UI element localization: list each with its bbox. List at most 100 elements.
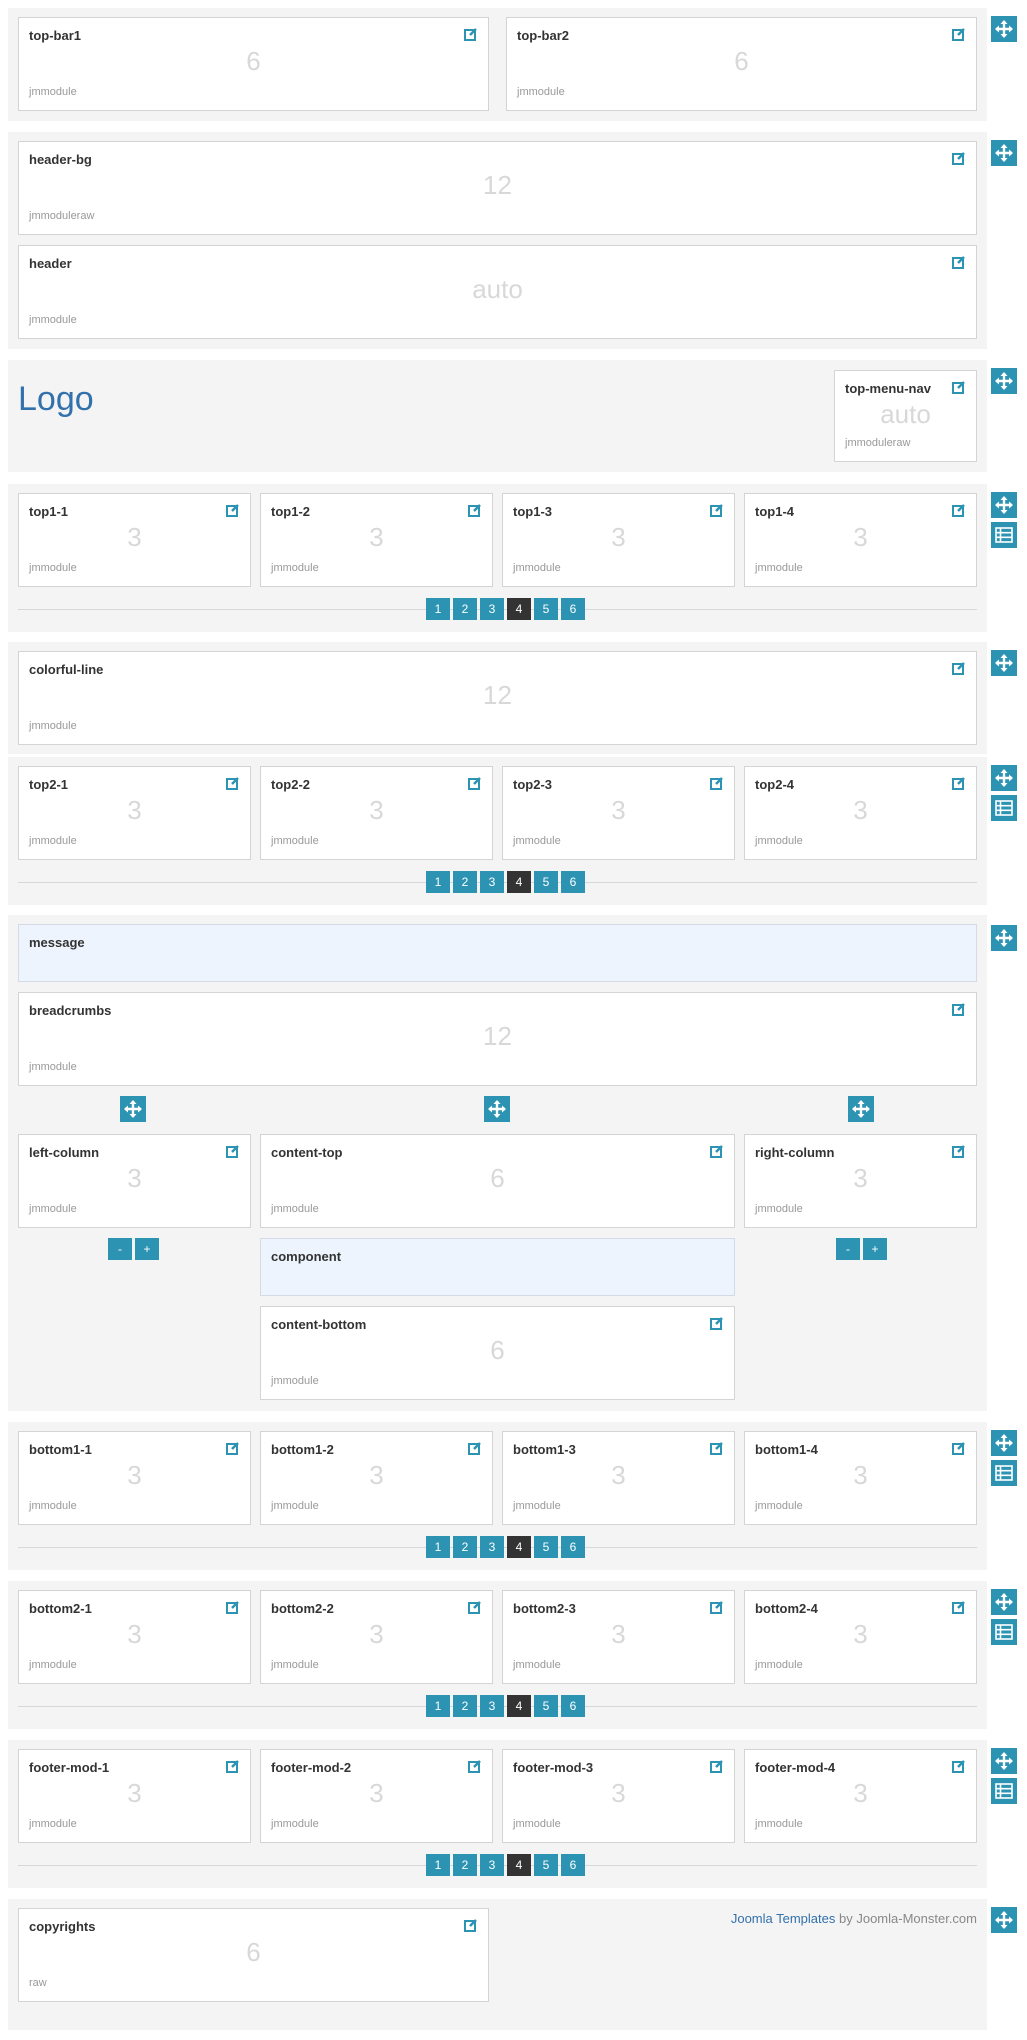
edit-icon[interactable] xyxy=(952,1441,966,1455)
list-icon[interactable] xyxy=(991,1778,1017,1804)
pager-button-3[interactable]: 3 xyxy=(480,1854,504,1876)
list-icon[interactable] xyxy=(991,522,1017,548)
pager-button-4[interactable]: 4 xyxy=(507,871,531,893)
pager-button-1[interactable]: 1 xyxy=(426,1536,450,1558)
pager-button-2[interactable]: 2 xyxy=(453,1695,477,1717)
edit-icon[interactable] xyxy=(952,776,966,790)
module-content-bottom[interactable]: content-bottom 6 jmmodule xyxy=(260,1306,735,1400)
pager-button-1[interactable]: 1 xyxy=(426,871,450,893)
move-icon[interactable] xyxy=(991,1748,1017,1774)
pager-button-4[interactable]: 4 xyxy=(507,598,531,620)
pager-button-6[interactable]: 6 xyxy=(561,871,585,893)
module-bottom1-4[interactable]: bottom1-4 3 jmmodule xyxy=(744,1431,977,1525)
module-top1-2[interactable]: top1-2 3 jmmodule xyxy=(260,493,493,587)
module-top2-4[interactable]: top2-4 3 jmmodule xyxy=(744,766,977,860)
module-top-bar2[interactable]: top-bar2 6 jmmodule xyxy=(506,17,977,111)
move-icon[interactable] xyxy=(991,765,1017,791)
logo[interactable]: Logo xyxy=(18,380,94,419)
edit-icon[interactable] xyxy=(468,1600,482,1614)
pager-button-3[interactable]: 3 xyxy=(480,598,504,620)
pager-button-6[interactable]: 6 xyxy=(561,1695,585,1717)
edit-icon[interactable] xyxy=(952,27,966,41)
edit-icon[interactable] xyxy=(226,503,240,517)
pager-button-6[interactable]: 6 xyxy=(561,598,585,620)
increase-button[interactable]: + xyxy=(863,1238,887,1260)
module-footer-mod-4[interactable]: footer-mod-4 3 jmmodule xyxy=(744,1749,977,1843)
move-icon[interactable] xyxy=(991,492,1017,518)
module-bottom2-1[interactable]: bottom2-1 3 jmmodule xyxy=(18,1590,251,1684)
move-icon[interactable] xyxy=(991,16,1017,42)
pager-button-1[interactable]: 1 xyxy=(426,598,450,620)
module-top-menu-nav[interactable]: top-menu-nav auto jmmoduleraw xyxy=(834,370,977,462)
edit-icon[interactable] xyxy=(226,776,240,790)
module-top-bar1[interactable]: top-bar1 6 jmmodule xyxy=(18,17,489,111)
edit-icon[interactable] xyxy=(464,1918,478,1932)
pager-button-5[interactable]: 5 xyxy=(534,1695,558,1717)
list-icon[interactable] xyxy=(991,1619,1017,1645)
decrease-button[interactable]: - xyxy=(836,1238,860,1260)
list-icon[interactable] xyxy=(991,1460,1017,1486)
module-colorful-line[interactable]: colorful-line 12 jmmodule xyxy=(18,651,977,745)
joomla-templates-link[interactable]: Joomla Templates xyxy=(731,1911,836,1926)
pager-button-5[interactable]: 5 xyxy=(534,1854,558,1876)
edit-icon[interactable] xyxy=(710,1759,724,1773)
move-icon[interactable] xyxy=(991,1907,1017,1933)
edit-icon[interactable] xyxy=(710,1144,724,1158)
pager-button-3[interactable]: 3 xyxy=(480,871,504,893)
edit-icon[interactable] xyxy=(952,1144,966,1158)
edit-icon[interactable] xyxy=(710,1316,724,1330)
move-icon[interactable] xyxy=(484,1096,510,1122)
module-top1-4[interactable]: top1-4 3 jmmodule xyxy=(744,493,977,587)
pager-button-5[interactable]: 5 xyxy=(534,1536,558,1558)
module-bottom1-2[interactable]: bottom1-2 3 jmmodule xyxy=(260,1431,493,1525)
module-breadcrumbs[interactable]: breadcrumbs 12 jmmodule xyxy=(18,992,977,1086)
edit-icon[interactable] xyxy=(468,1759,482,1773)
move-icon[interactable] xyxy=(991,925,1017,951)
module-top2-3[interactable]: top2-3 3 jmmodule xyxy=(502,766,735,860)
pager-button-2[interactable]: 2 xyxy=(453,1536,477,1558)
pager-button-5[interactable]: 5 xyxy=(534,598,558,620)
pager-button-2[interactable]: 2 xyxy=(453,598,477,620)
module-right-column[interactable]: right-column 3 jmmodule xyxy=(744,1134,977,1228)
pager-button-2[interactable]: 2 xyxy=(453,1854,477,1876)
pager-button-3[interactable]: 3 xyxy=(480,1536,504,1558)
module-footer-mod-2[interactable]: footer-mod-2 3 jmmodule xyxy=(260,1749,493,1843)
module-bottom2-2[interactable]: bottom2-2 3 jmmodule xyxy=(260,1590,493,1684)
edit-icon[interactable] xyxy=(226,1759,240,1773)
module-bottom1-1[interactable]: bottom1-1 3 jmmodule xyxy=(18,1431,251,1525)
edit-icon[interactable] xyxy=(952,380,966,394)
edit-icon[interactable] xyxy=(952,151,966,165)
edit-icon[interactable] xyxy=(710,1600,724,1614)
edit-icon[interactable] xyxy=(226,1441,240,1455)
edit-icon[interactable] xyxy=(468,776,482,790)
module-copyrights[interactable]: copyrights 6 raw xyxy=(18,1908,489,2002)
module-top2-1[interactable]: top2-1 3 jmmodule xyxy=(18,766,251,860)
edit-icon[interactable] xyxy=(952,1002,966,1016)
edit-icon[interactable] xyxy=(952,1600,966,1614)
pager-button-4[interactable]: 4 xyxy=(507,1854,531,1876)
edit-icon[interactable] xyxy=(710,776,724,790)
module-top1-1[interactable]: top1-1 3 jmmodule xyxy=(18,493,251,587)
pager-button-4[interactable]: 4 xyxy=(507,1695,531,1717)
edit-icon[interactable] xyxy=(952,255,966,269)
module-top1-3[interactable]: top1-3 3 jmmodule xyxy=(502,493,735,587)
edit-icon[interactable] xyxy=(952,661,966,675)
pager-button-1[interactable]: 1 xyxy=(426,1695,450,1717)
module-header-bg[interactable]: header-bg 12 jmmoduleraw xyxy=(18,141,977,235)
module-footer-mod-1[interactable]: footer-mod-1 3 jmmodule xyxy=(18,1749,251,1843)
move-icon[interactable] xyxy=(991,1430,1017,1456)
module-bottom2-4[interactable]: bottom2-4 3 jmmodule xyxy=(744,1590,977,1684)
pager-button-5[interactable]: 5 xyxy=(534,871,558,893)
pager-button-4[interactable]: 4 xyxy=(507,1536,531,1558)
move-icon[interactable] xyxy=(991,650,1017,676)
edit-icon[interactable] xyxy=(710,503,724,517)
module-bottom1-3[interactable]: bottom1-3 3 jmmodule xyxy=(502,1431,735,1525)
pager-button-6[interactable]: 6 xyxy=(561,1536,585,1558)
pager-button-2[interactable]: 2 xyxy=(453,871,477,893)
pager-button-6[interactable]: 6 xyxy=(561,1854,585,1876)
move-icon[interactable] xyxy=(848,1096,874,1122)
module-footer-mod-3[interactable]: footer-mod-3 3 jmmodule xyxy=(502,1749,735,1843)
module-header[interactable]: header auto jmmodule xyxy=(18,245,977,339)
module-top2-2[interactable]: top2-2 3 jmmodule xyxy=(260,766,493,860)
list-icon[interactable] xyxy=(991,795,1017,821)
